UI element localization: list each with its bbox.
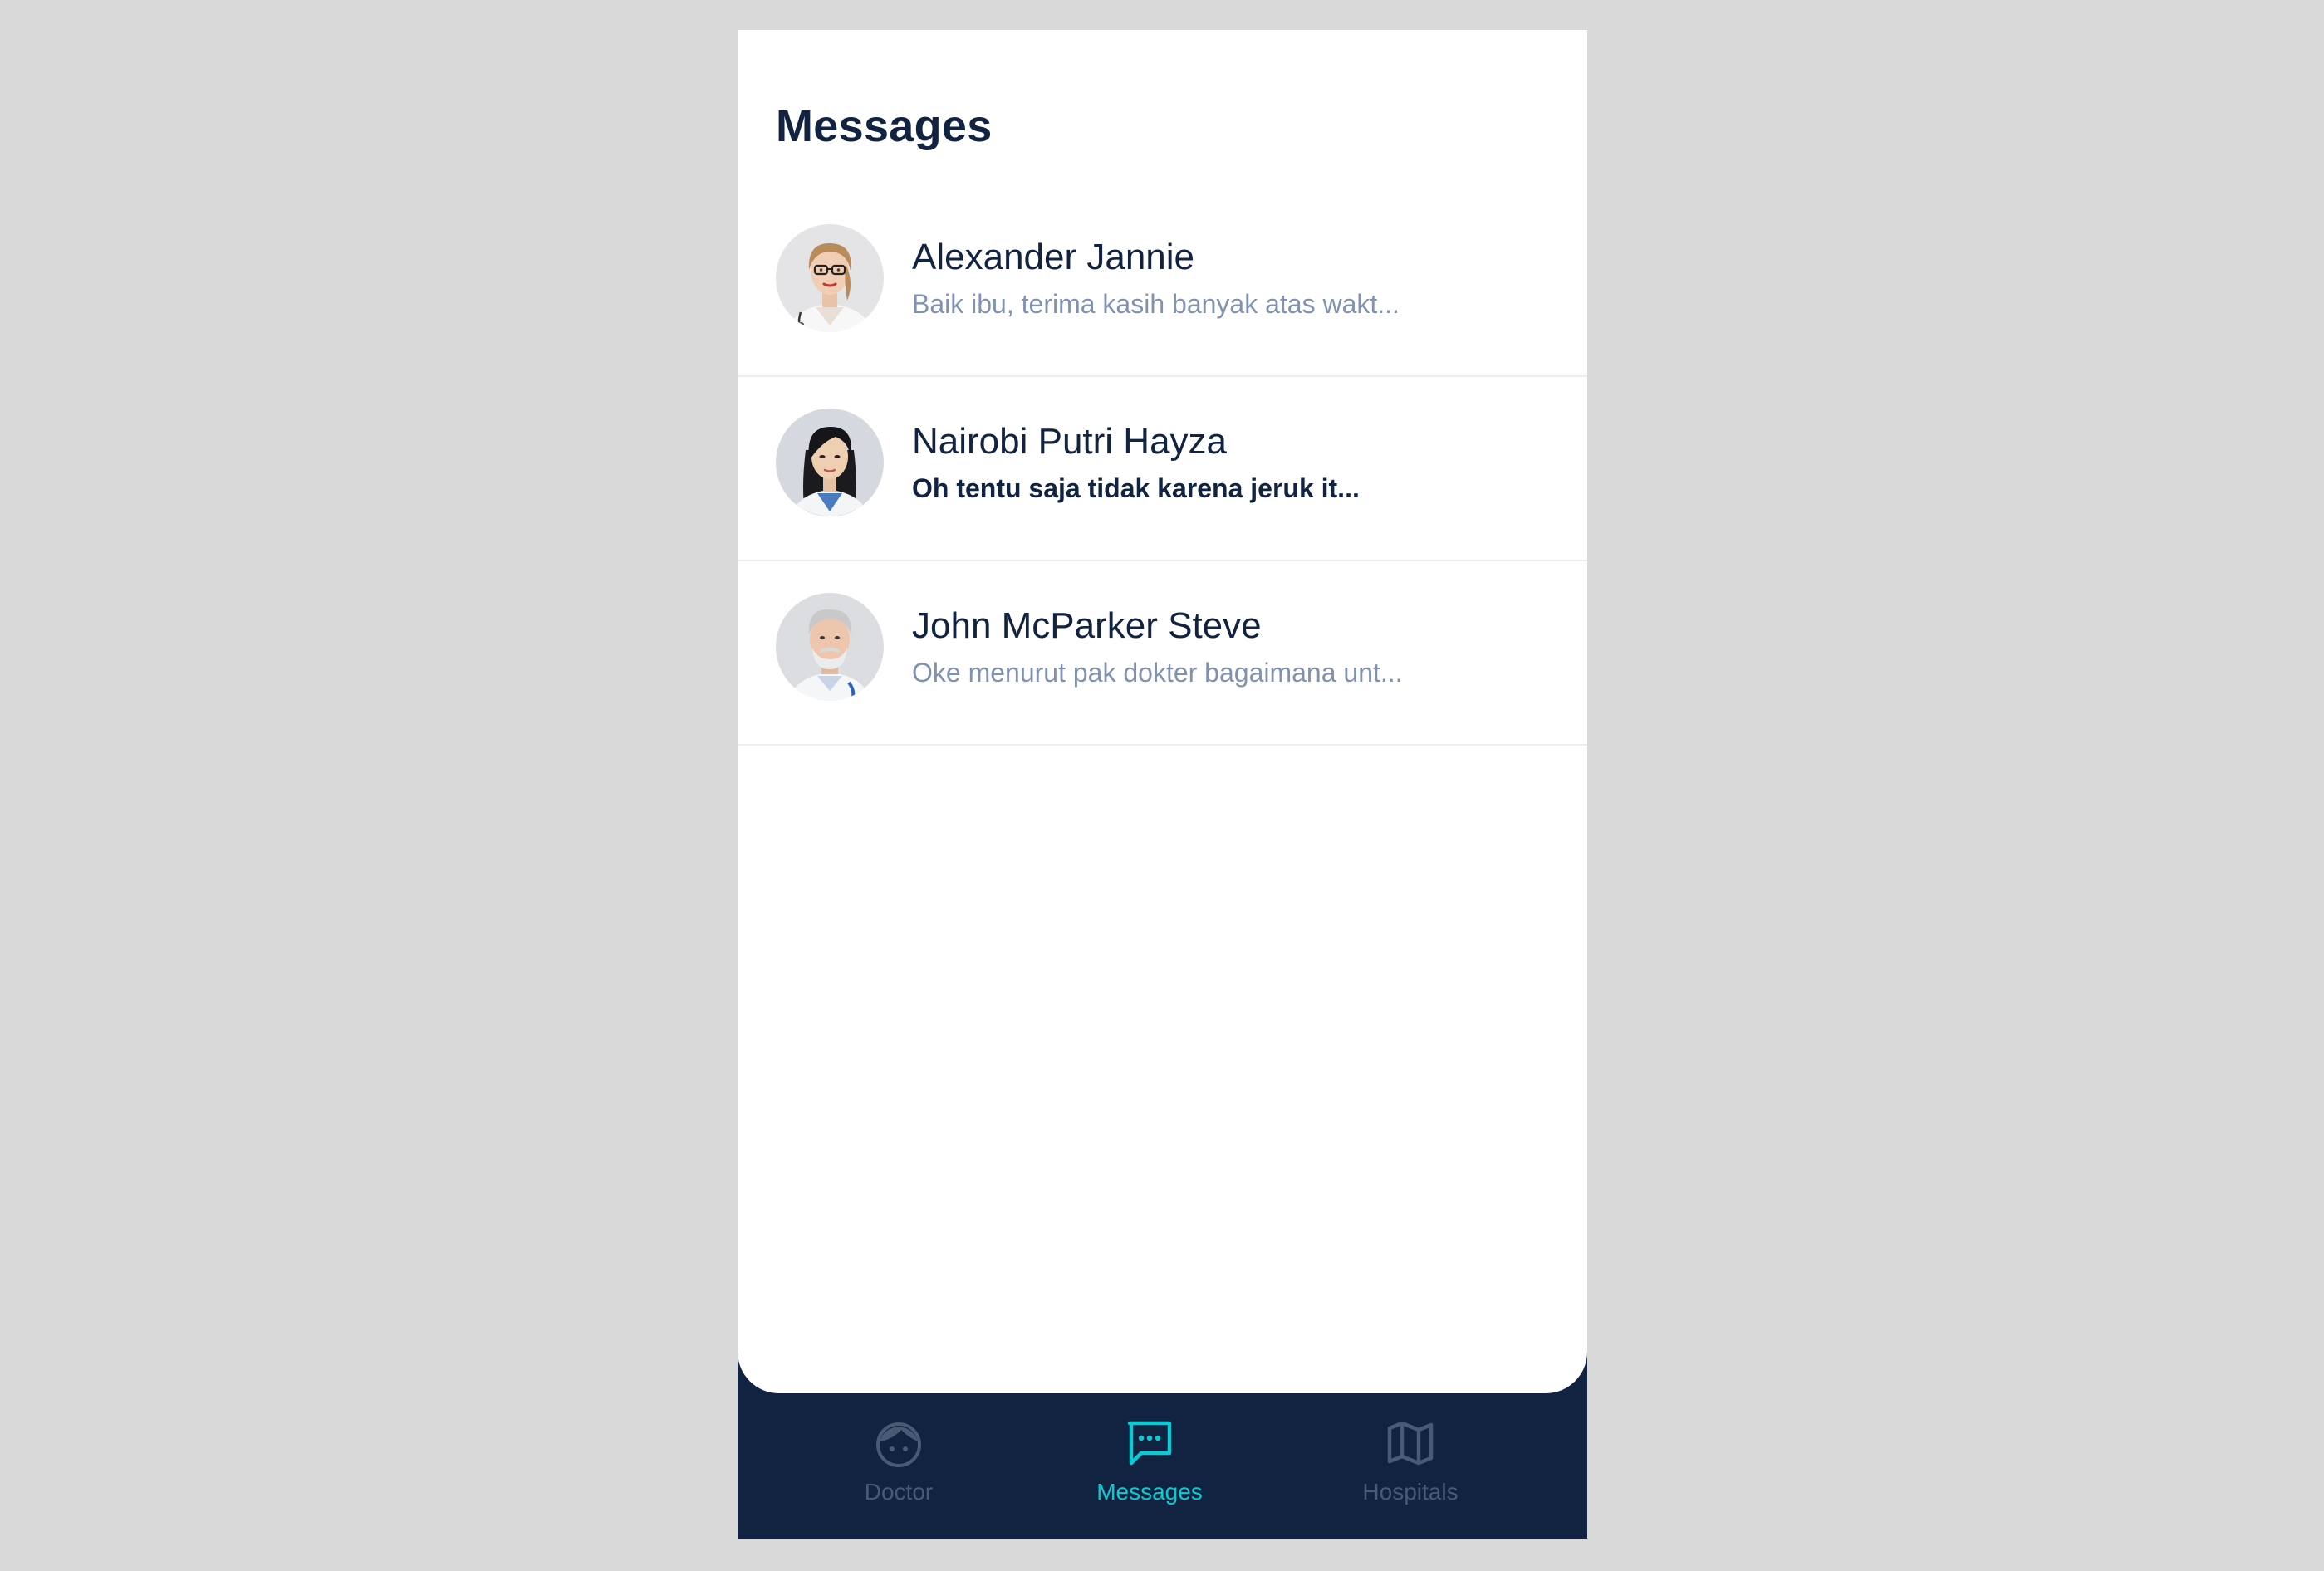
chat-item-nairobi-putri-hayza[interactable]: Nairobi Putri Hayza Oh tentu saja tidak … (738, 377, 1587, 561)
chat-name: John McParker Steve (912, 605, 1262, 646)
tab-messages[interactable]: Messages (1058, 1393, 1241, 1539)
map-icon (1385, 1418, 1435, 1468)
avatar (776, 409, 884, 516)
avatar (776, 224, 884, 332)
chat-bubble-icon (1125, 1418, 1174, 1468)
chat-item-alexander-jannie[interactable]: Alexander Jannie Baik ibu, terima kasih … (738, 193, 1587, 377)
female-doctor-glasses-photo (776, 224, 884, 332)
tab-doctor[interactable]: Doctor (807, 1393, 990, 1539)
chat-item-john-mcparker-steve[interactable]: John McParker Steve Oke menurut pak dokt… (738, 561, 1587, 746)
female-doctor-photo (776, 409, 884, 516)
avatar (776, 593, 884, 701)
page-title: Messages (776, 101, 993, 151)
chat-name: Nairobi Putri Hayza (912, 421, 1228, 462)
bottom-tab-bar: Doctor Messages Hospitals (738, 1393, 1587, 1539)
male-doctor-photo (776, 593, 884, 701)
chat-preview: Oh tentu saja tidak karena jeruk it... (912, 473, 1360, 503)
phone-frame: Messages Alexander Jannie Baik ibu, teri… (738, 30, 1587, 1539)
chat-preview: Baik ibu, terima kasih banyak atas wakt.… (912, 289, 1400, 319)
tab-label: Hospitals (1362, 1479, 1459, 1505)
tab-hospitals[interactable]: Hospitals (1319, 1393, 1502, 1539)
chat-preview: Oke menurut pak dokter bagaimana unt... (912, 658, 1403, 688)
tab-label: Messages (1096, 1479, 1203, 1505)
chat-name: Alexander Jannie (912, 237, 1195, 277)
doctor-face-icon (874, 1418, 924, 1468)
chat-list: Alexander Jannie Baik ibu, terima kasih … (738, 193, 1587, 746)
tab-label: Doctor (864, 1479, 934, 1505)
messages-screen: Messages Alexander Jannie Baik ibu, teri… (738, 30, 1587, 1393)
